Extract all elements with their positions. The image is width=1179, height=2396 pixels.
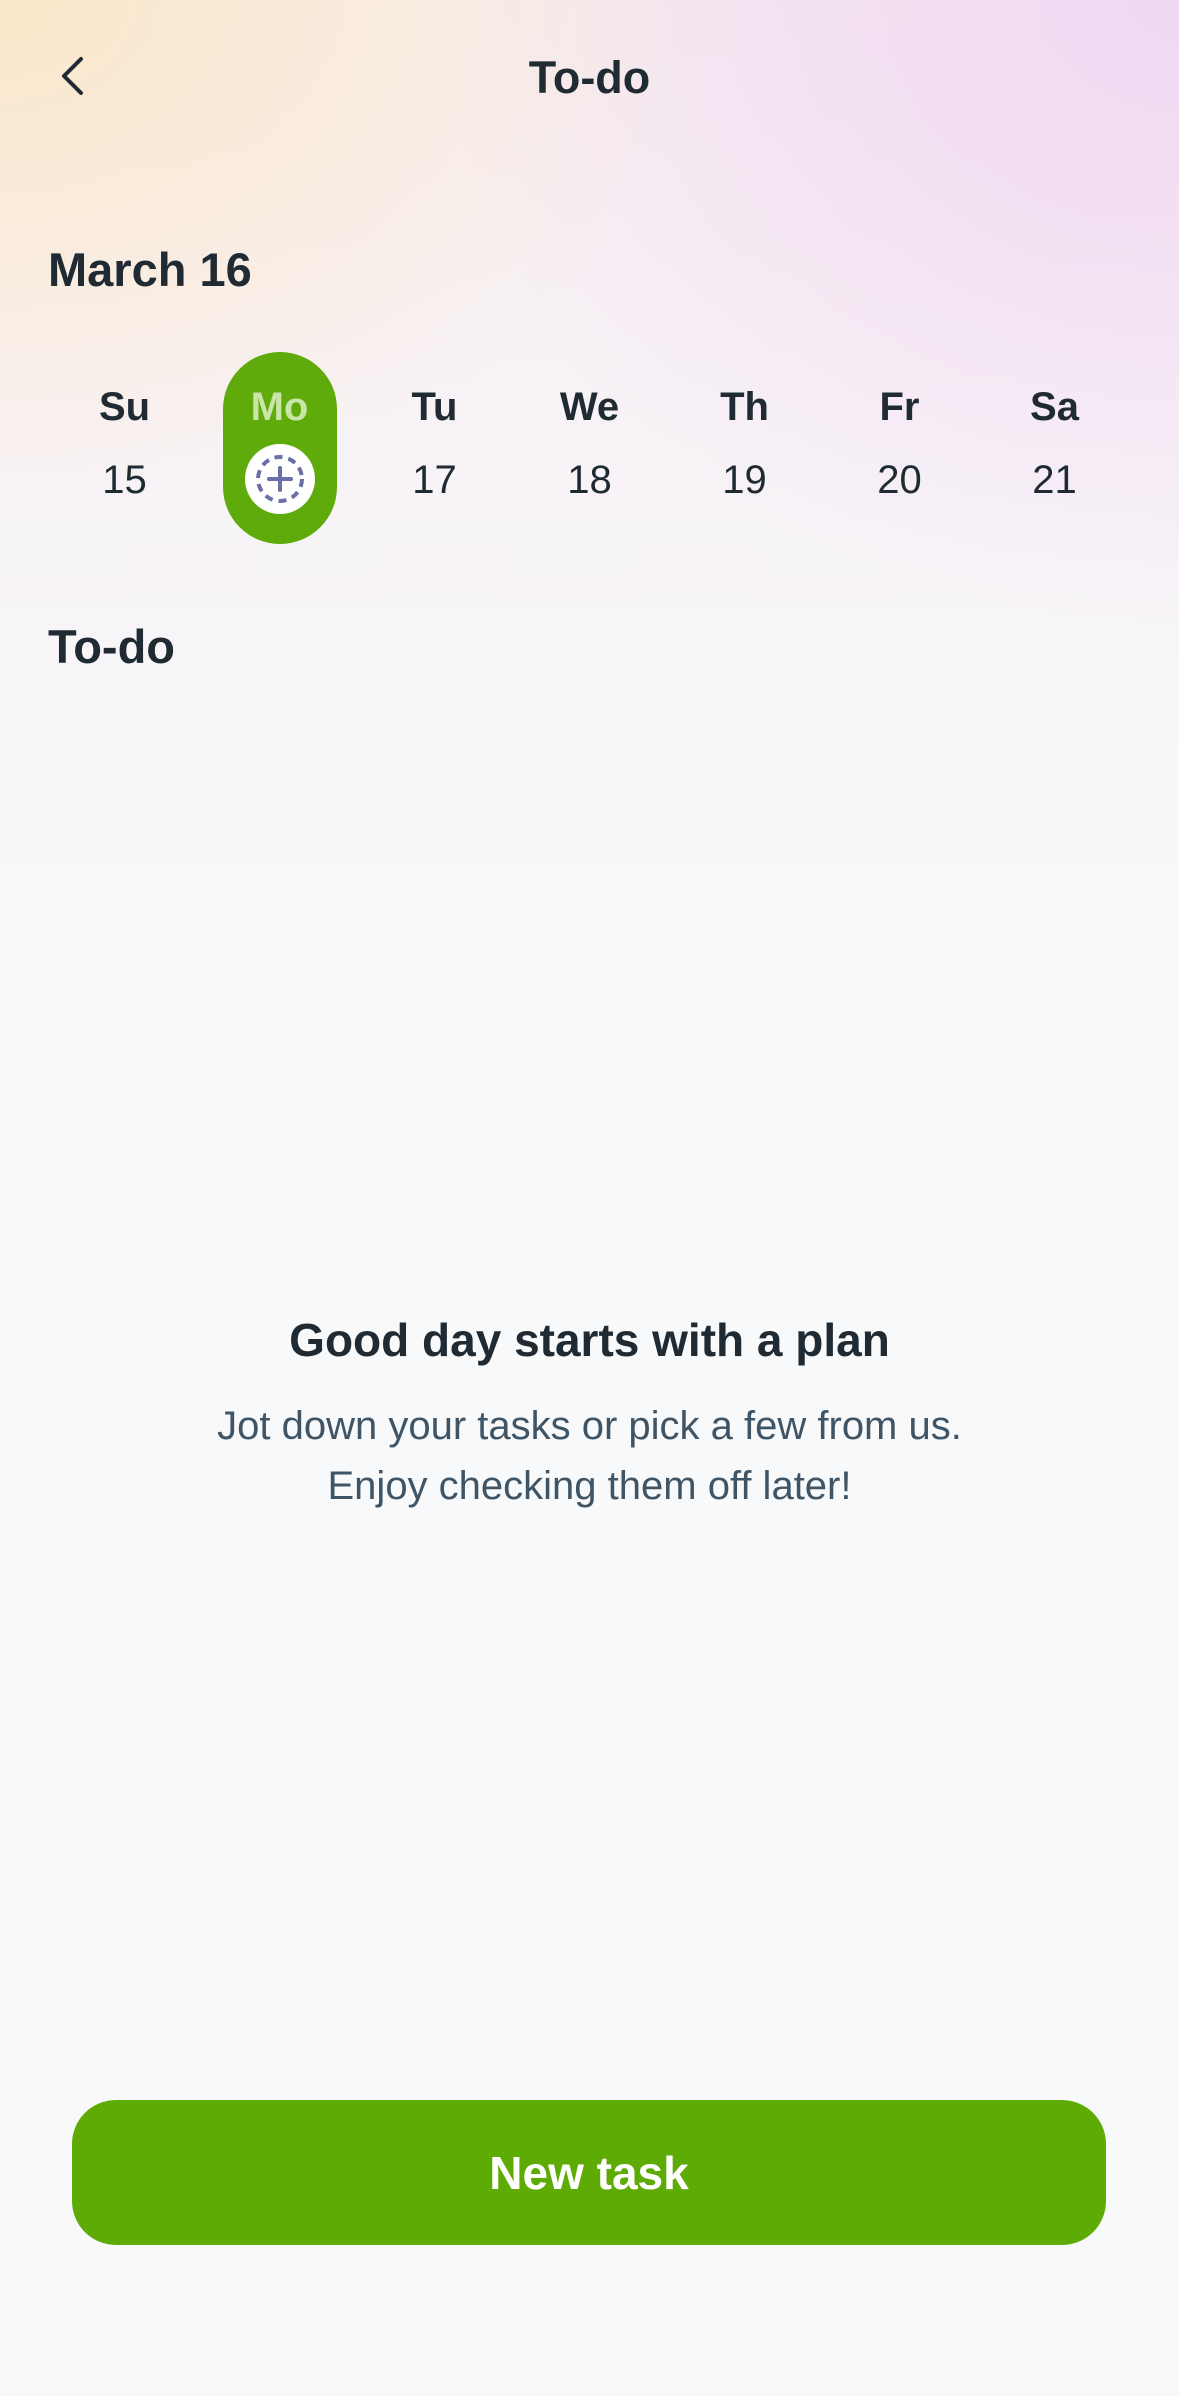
new-task-button[interactable]: New task (72, 2100, 1106, 2245)
day-name: We (559, 385, 620, 429)
day-name: Sa (1030, 385, 1079, 429)
date-heading: March 16 (48, 243, 252, 296)
day-saturday[interactable]: Sa 21 (977, 352, 1132, 544)
day-monday-selected[interactable]: Mo (202, 352, 357, 544)
day-number: 21 (1032, 458, 1077, 502)
day-sunday[interactable]: Su 15 (47, 352, 202, 544)
day-name: Mo (250, 385, 309, 429)
day-number: 20 (877, 458, 922, 502)
day-friday[interactable]: Fr 20 (822, 352, 977, 544)
day-name: Th (720, 385, 769, 429)
day-number: 18 (567, 458, 612, 502)
empty-state-line-2: Enjoy checking them off later! (327, 1464, 852, 1508)
day-number: 17 (412, 458, 457, 502)
day-wednesday[interactable]: We 18 (512, 352, 667, 544)
add-dashed-circle-icon (256, 455, 304, 503)
add-task-day-button[interactable] (245, 444, 315, 514)
week-strip: Su 15 Mo Tu 17 We 18 Th 19 Fr 20 Sa 21 (47, 352, 1132, 544)
day-name: Tu (411, 385, 458, 429)
page-title: To-do (528, 52, 651, 103)
day-name: Fr (879, 385, 920, 429)
empty-state-title: Good day starts with a plan (289, 1314, 890, 1366)
day-name: Su (98, 385, 151, 429)
day-tuesday[interactable]: Tu 17 (357, 352, 512, 544)
day-thursday[interactable]: Th 19 (667, 352, 822, 544)
day-number: 19 (722, 458, 767, 502)
section-title-todo: To-do (48, 620, 176, 673)
empty-state-line-1: Jot down your tasks or pick a few from u… (217, 1404, 962, 1448)
empty-state-text: Jot down your tasks or pick a few from u… (0, 1396, 1179, 1516)
day-number: 15 (102, 458, 147, 502)
